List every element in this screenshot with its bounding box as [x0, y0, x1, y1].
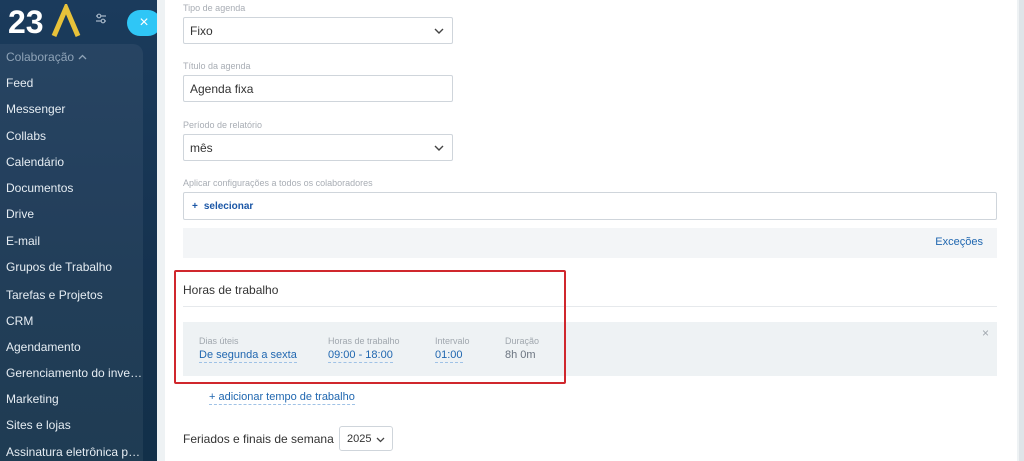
select-employees-button[interactable]: selecionar	[204, 201, 253, 212]
settings-card: Tipo de agenda Fixo Título da agenda Age…	[165, 0, 1017, 461]
sidebar-item-sites[interactable]: Sites e lojas	[6, 418, 146, 432]
close-panel-button[interactable]: ×	[127, 10, 161, 36]
chevron-down-icon	[434, 145, 444, 151]
chevron-up-icon	[78, 54, 87, 60]
year-select[interactable]: 2025	[339, 426, 393, 451]
exceptions-link[interactable]: Exceções	[935, 236, 983, 248]
add-work-time-link[interactable]: + adicionar tempo de trabalho	[209, 391, 355, 405]
scrollbar[interactable]	[1019, 0, 1024, 461]
sidebar-item-email[interactable]: E-mail	[6, 234, 146, 248]
schedule-title-value: Agenda fixa	[190, 81, 254, 96]
holidays-title: Feriados e finais de semana	[183, 432, 334, 446]
apply-all-field[interactable]: + selecionar	[183, 192, 997, 220]
sidebar-item-calendar[interactable]: Calendário	[6, 155, 146, 169]
settings-sliders-icon[interactable]	[95, 12, 107, 30]
schedule-type-select[interactable]: Fixo	[183, 17, 453, 44]
main-area: Tipo de agenda Fixo Título da agenda Age…	[157, 0, 1024, 461]
sidebar-item-workgroups[interactable]: Grupos de Trabalho	[6, 260, 146, 274]
sidebar-item-documents[interactable]: Documentos	[6, 181, 146, 195]
sidebar-item-messenger[interactable]: Messenger	[6, 102, 146, 116]
report-period-select[interactable]: mês	[183, 134, 453, 161]
nav-section-label: Colaboração	[6, 50, 75, 64]
nav-section-collaboration[interactable]: Colaboração	[6, 50, 87, 64]
chevron-down-icon	[376, 437, 385, 443]
sidebar-item-feed[interactable]: Feed	[6, 76, 146, 90]
close-icon: ×	[139, 14, 149, 31]
sidebar: 23 Colaboração Feed Messenger Collabs Ca…	[0, 0, 157, 461]
svg-text:23: 23	[8, 4, 44, 38]
chevron-down-icon	[434, 28, 444, 34]
schedule-title-label: Título da agenda	[183, 61, 251, 71]
plus-icon: +	[192, 200, 198, 212]
logo[interactable]: 23	[8, 4, 88, 38]
schedule-type-label: Tipo de agenda	[183, 3, 246, 13]
sidebar-item-crm[interactable]: CRM	[6, 314, 146, 328]
exceptions-bar: Exceções	[183, 228, 997, 258]
sidebar-item-inventory[interactable]: Gerenciamento do invent...	[6, 366, 146, 380]
remove-schedule-icon[interactable]: ×	[982, 326, 989, 340]
report-period-label: Período de relatório	[183, 120, 263, 130]
sidebar-item-esignature[interactable]: Assinatura eletrônica para...	[6, 445, 146, 459]
sidebar-item-drive[interactable]: Drive	[6, 207, 146, 221]
annotation-highlight-box	[174, 270, 566, 384]
sidebar-item-marketing[interactable]: Marketing	[6, 392, 146, 406]
year-value: 2025	[347, 432, 372, 445]
schedule-title-input[interactable]: Agenda fixa	[183, 75, 453, 102]
sidebar-item-collabs[interactable]: Collabs	[6, 129, 146, 143]
sidebar-item-scheduling[interactable]: Agendamento	[6, 340, 146, 354]
apply-all-label: Aplicar configurações a todos os colabor…	[183, 178, 373, 188]
sidebar-item-tasks[interactable]: Tarefas e Projetos	[6, 288, 146, 302]
report-period-value: mês	[190, 140, 213, 155]
schedule-type-value: Fixo	[190, 23, 213, 38]
